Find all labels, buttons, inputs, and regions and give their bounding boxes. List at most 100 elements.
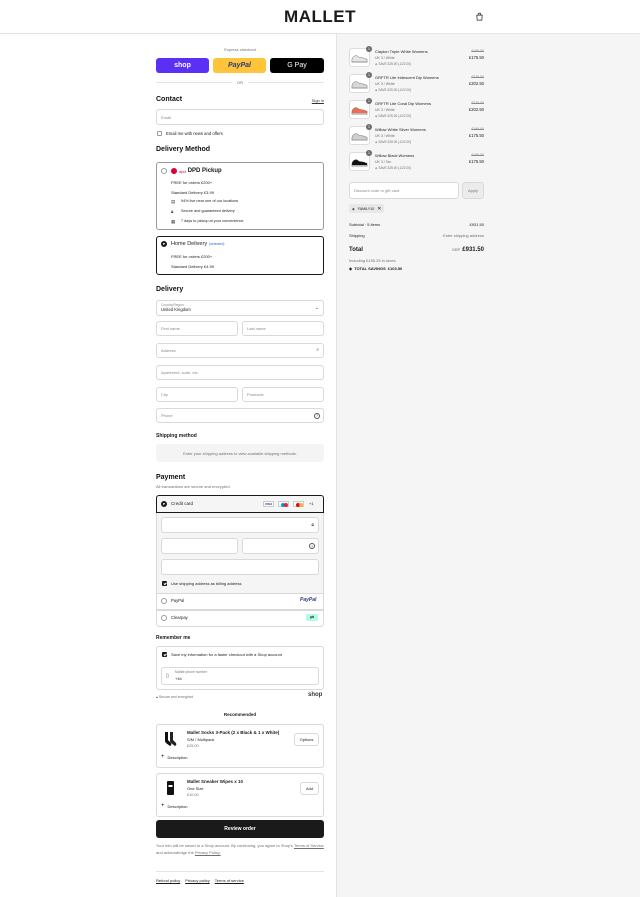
discount-input[interactable]: Discount code or gift card (349, 182, 459, 199)
subtotal-label: Subtotal · 5 items (349, 222, 381, 227)
shop-pay-button[interactable]: shop (156, 58, 209, 73)
apply-button[interactable]: Apply (462, 182, 484, 199)
options-button[interactable]: Options (294, 733, 319, 746)
subtotal-value: £931.50 (469, 222, 484, 227)
dpd-feature-text: 94% live near one of our locations (181, 199, 239, 203)
dpd-standard: Standard Delivery £3.99 (171, 190, 214, 195)
product-name: Willow White Silver Womens (375, 127, 426, 132)
add-button[interactable]: Add (300, 782, 319, 795)
apartment-field[interactable]: Apartment, suite, etc. (156, 365, 324, 380)
quantity-badge: 1 (366, 46, 372, 52)
quantity-badge: 1 (366, 124, 372, 130)
shipping-value: Enter shipping address (443, 233, 484, 238)
google-pay-button[interactable]: G Pay (270, 58, 324, 73)
shipping-label: Shipping (349, 233, 365, 238)
expiry-field[interactable] (161, 538, 238, 554)
visa-icon: VISA (263, 501, 274, 507)
paypal-logo: PayPal (300, 597, 317, 603)
selected-tag: (selected) (209, 242, 225, 246)
delivery-heading: Delivery (156, 286, 184, 293)
email-field[interactable]: Email (156, 109, 324, 125)
quantity-badge: 1 (366, 150, 372, 156)
mobile-label: Mobile phone number (175, 670, 207, 674)
review-order-button[interactable]: Review order (156, 820, 324, 838)
dpd-feature-text: 7 days to pickup at your convenience (181, 219, 244, 223)
old-price: £225.00 (471, 75, 484, 79)
home-free: FREE for orders £200+ (171, 254, 213, 259)
product-name: GRFTR Lite Coral Dip Womens (375, 101, 431, 106)
city-field[interactable]: City (156, 387, 238, 402)
quantity-badge: 1 (366, 98, 372, 104)
sign-in-link[interactable]: Sign in (300, 98, 324, 103)
privacy-policy-link[interactable]: Privacy policy (185, 878, 209, 883)
home-delivery-name: Home Delivery (171, 241, 208, 247)
remember-heading: Remember me (156, 635, 191, 641)
first-name-field[interactable]: First name (156, 321, 238, 336)
dpd-title: dpd DPD Pickup (171, 168, 222, 174)
paypal-button[interactable]: PayPal (213, 58, 266, 73)
address-field[interactable]: Address ⌕ (156, 343, 324, 358)
product-savings: ◈ SAVE £25.00 (-£22.00) (375, 140, 412, 144)
product-image: 1 (349, 150, 372, 171)
home-delivery-radio[interactable] (161, 241, 167, 247)
clearpay-radio[interactable] (161, 615, 167, 621)
product-variant: UK 3 / White (375, 56, 395, 60)
recommended-image (162, 780, 178, 798)
card-number-field[interactable]: 🔒︎ (161, 517, 319, 533)
refund-policy-link[interactable]: Refund policy (156, 878, 180, 883)
product-image: 1 (349, 124, 372, 145)
recommended-variant: S/M / Multipack (187, 737, 215, 742)
mobile-value: +44 (175, 676, 182, 681)
help-icon[interactable]: ? (309, 543, 315, 549)
paypal-label: PayPal (171, 598, 185, 603)
save-info-checkbox[interactable] (162, 652, 167, 657)
dpd-radio[interactable] (161, 168, 167, 174)
country-value: United Kingdom (161, 307, 191, 312)
footer-divider (156, 871, 324, 872)
home-standard: Standard Delivery £4.99 (171, 264, 214, 269)
last-name-field[interactable]: Last name (242, 321, 324, 336)
search-icon: ⌕ (316, 347, 319, 353)
plus-icon: + (161, 803, 165, 809)
security-code-field[interactable]: ? (242, 538, 319, 554)
currency-code: GBP (451, 247, 461, 252)
description-toggle[interactable]: + Description (161, 754, 188, 760)
billing-checkbox[interactable] (162, 581, 167, 586)
description-toggle[interactable]: + Description (161, 803, 188, 809)
product-variant: UK 3 / White (375, 82, 395, 86)
dpd-name: DPD Pickup (187, 168, 222, 174)
description-label: Description (167, 804, 188, 809)
product-image: 1 (349, 46, 372, 67)
mastercard-icon (293, 501, 304, 507)
or-label: OR (232, 80, 248, 85)
postcode-field[interactable]: Postcode (242, 387, 324, 402)
paypal-radio[interactable] (161, 598, 167, 604)
savings-value: £103.50 (387, 266, 403, 271)
terms-link[interactable]: Terms of Service (294, 843, 324, 848)
savings-tag-icon: ◈ (349, 266, 353, 271)
product-variant: UK 3 / Tan (375, 160, 392, 164)
product-variant: UK 3 / White (375, 108, 395, 112)
product-name: Willow Black Womens (375, 153, 415, 158)
discount-code-tag: ◈ FAMILY10 ✕ (349, 204, 385, 213)
dpd-logo-icon (171, 168, 177, 174)
dpd-feature-text: Secure and guaranteed delivery (181, 209, 235, 213)
footer-links: Refund policy Privacy policy Terms of se… (156, 878, 244, 883)
country-select[interactable]: Country/Region United Kingdom ⌄ (156, 300, 324, 316)
total-value: £931.50 (462, 247, 484, 253)
news-checkbox[interactable] (157, 131, 162, 136)
description-label: Description (167, 755, 188, 760)
header: MALLET (0, 0, 640, 34)
name-on-card-field[interactable] (161, 559, 319, 575)
credit-card-radio[interactable] (161, 501, 167, 507)
privacy-link[interactable]: Privacy Policy. (195, 850, 221, 855)
maestro-icon (278, 501, 289, 507)
shopping-bag-icon[interactable] (475, 12, 484, 21)
help-icon[interactable]: ? (314, 412, 320, 419)
store-logo[interactable]: MALLET (0, 7, 640, 27)
product-name: Clayton Triple White Womens (375, 49, 428, 54)
phone-field[interactable]: Phone ? (156, 408, 324, 423)
sneaker-icon (351, 81, 368, 89)
remove-code-icon[interactable]: ✕ (377, 206, 381, 212)
terms-of-service-link[interactable]: Terms of service (215, 878, 244, 883)
